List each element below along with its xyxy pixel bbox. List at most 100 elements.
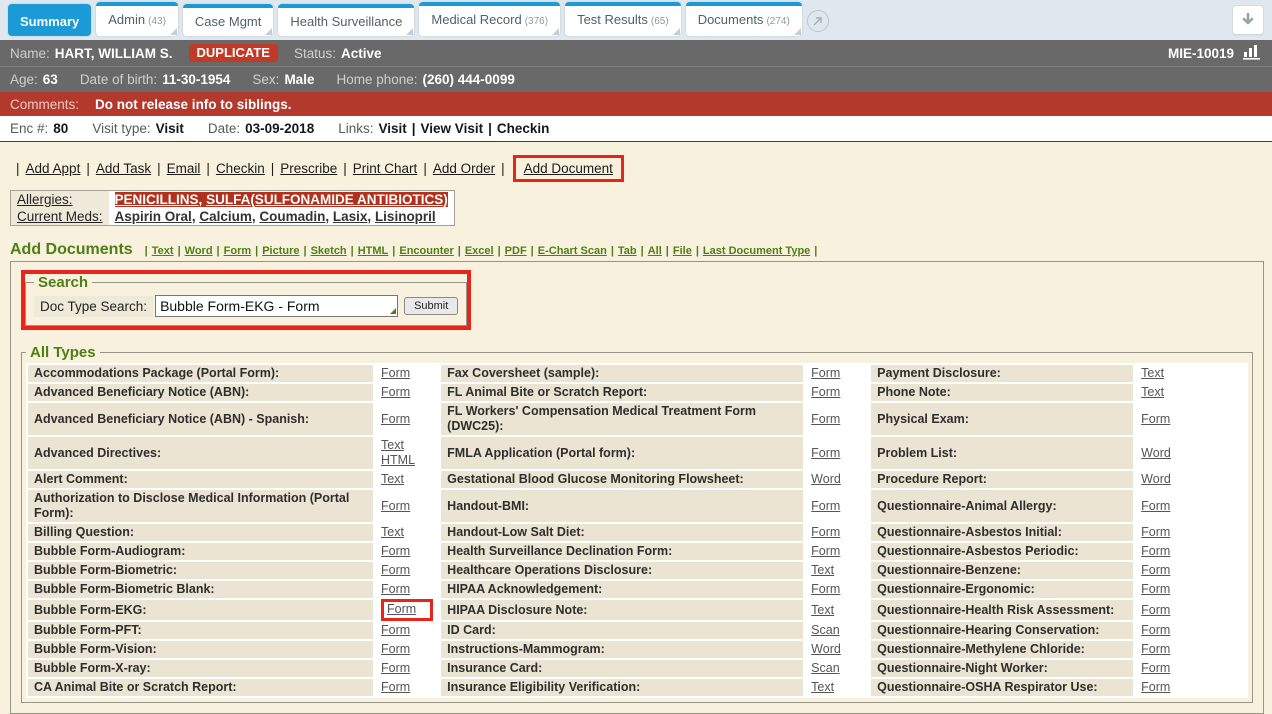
action-link-print-chart[interactable]: Print Chart — [353, 161, 418, 176]
search-input-wrap — [155, 295, 398, 317]
doc-create-link-fmla-application-portal-form-form[interactable]: Form — [811, 446, 840, 461]
allergy-link[interactable]: PENICILLINS, — [115, 192, 203, 207]
doc-create-link-accommodations-package-portal-form-form[interactable]: Form — [381, 366, 410, 381]
tab-case-mgmt[interactable]: Case Mgmt — [183, 4, 273, 36]
doc-type-filter-text[interactable]: Text — [152, 245, 174, 257]
med-link[interactable]: Lasix — [333, 209, 368, 224]
doc-create-link-phone-note-text[interactable]: Text — [1141, 385, 1164, 400]
doc-create-link-healthcare-operations-disclosure-text[interactable]: Text — [811, 563, 834, 578]
action-link-add-order[interactable]: Add Order — [433, 161, 495, 176]
action-link-checkin[interactable]: Checkin — [216, 161, 265, 176]
tab-label: Case Mgmt — [195, 14, 261, 29]
encounter-link-checkin[interactable]: Checkin — [497, 121, 550, 136]
tab-count: (274) — [766, 16, 789, 27]
doc-create-link-bubble-form-ekg-form[interactable]: Form — [387, 602, 416, 617]
doc-create-link-questionnaire-asbestos-periodic-form[interactable]: Form — [1141, 544, 1170, 559]
action-link-prescribe[interactable]: Prescribe — [280, 161, 337, 176]
doc-type-filter-excel[interactable]: Excel — [465, 245, 494, 257]
doc-create-link-health-surveillance-declination-form-form[interactable]: Form — [811, 544, 840, 559]
doc-create-link-fl-workers-compensation-medical-treatment-form-dwc25-form[interactable]: Form — [811, 412, 840, 427]
allergy-link[interactable]: SULFA(SULFONAMIDE ANTIBIOTICS) — [206, 192, 448, 207]
doc-create-link-handout-bmi-form[interactable]: Form — [811, 499, 840, 514]
tab-medical-record[interactable]: Medical Record(376) — [419, 2, 560, 36]
doc-create-link-physical-exam-form[interactable]: Form — [1141, 412, 1170, 427]
doc-type-filter-form[interactable]: Form — [224, 245, 252, 257]
separator: | — [145, 245, 148, 257]
doc-create-link-insurance-card-scan[interactable]: Scan — [811, 661, 840, 676]
doc-type-search-input[interactable] — [155, 295, 398, 317]
doc-create-link-bubble-form-x-ray-form[interactable]: Form — [381, 661, 410, 676]
doc-create-link-questionnaire-health-risk-assessment-form[interactable]: Form — [1141, 603, 1170, 618]
doc-type-filter-html[interactable]: HTML — [358, 245, 389, 257]
allergies-link[interactable]: Allergies: — [17, 192, 73, 207]
doc-type-filter-tab[interactable]: Tab — [618, 245, 637, 257]
doc-create-link-questionnaire-methylene-chloride-form[interactable]: Form — [1141, 642, 1170, 657]
doc-type-filter-sketch[interactable]: Sketch — [311, 245, 347, 257]
doc-create-link-advanced-directives-html[interactable]: HTML — [381, 453, 415, 468]
action-link-add-appt[interactable]: Add Appt — [26, 161, 81, 176]
doc-create-link-handout-low-salt-diet-form[interactable]: Form — [811, 525, 840, 540]
action-link-add-document[interactable]: Add Document — [524, 161, 613, 176]
doc-create-link-questionnaire-animal-allergy-form[interactable]: Form — [1141, 499, 1170, 514]
doc-type-filter-last-document-type[interactable]: Last Document Type — [703, 245, 810, 257]
doc-create-link-alert-comment-text[interactable]: Text — [381, 472, 404, 487]
encounter-link-visit[interactable]: Visit — [378, 121, 406, 136]
doc-type-link-cell: Form — [1135, 403, 1246, 435]
doc-create-link-gestational-blood-glucose-monitoring-flowsheet-word[interactable]: Word — [811, 472, 841, 487]
doc-type-filter-word[interactable]: Word — [185, 245, 213, 257]
doc-create-link-billing-question-text[interactable]: Text — [381, 525, 404, 540]
doc-create-link-advanced-beneficiary-notice-abn-spanish-form[interactable]: Form — [381, 412, 410, 427]
doc-type-filter-file[interactable]: File — [673, 245, 692, 257]
tab-health-surveillance[interactable]: Health Surveillance — [278, 4, 414, 36]
bar-chart-icon[interactable] — [1242, 44, 1262, 63]
tab-admin[interactable]: Admin(43) — [96, 2, 178, 36]
doc-create-link-bubble-form-biometric-form[interactable]: Form — [381, 563, 410, 578]
table-row: Bubble Form-EKG:FormHIPAA Disclosure Not… — [28, 600, 1246, 620]
doc-create-link-questionnaire-night-worker-form[interactable]: Form — [1141, 661, 1170, 676]
doc-type-filter-e-chart-scan[interactable]: E-Chart Scan — [538, 245, 607, 257]
tab-summary[interactable]: Summary — [8, 4, 91, 36]
tab-documents[interactable]: Documents(274) — [686, 2, 802, 36]
doc-create-link-hipaa-disclosure-note-text[interactable]: Text — [811, 603, 834, 618]
download-button[interactable] — [1232, 5, 1264, 35]
action-link-email[interactable]: Email — [167, 161, 201, 176]
doc-create-link-insurance-eligibility-verification-text[interactable]: Text — [811, 680, 834, 695]
tab-test-results[interactable]: Test Results(65) — [565, 2, 681, 36]
submit-button[interactable]: Submit — [404, 297, 458, 315]
doc-create-link-bubble-form-biometric-blank-form[interactable]: Form — [381, 582, 410, 597]
doc-type-filter-encounter[interactable]: Encounter — [399, 245, 453, 257]
doc-create-link-questionnaire-asbestos-initial-form[interactable]: Form — [1141, 525, 1170, 540]
doc-create-link-problem-list-word[interactable]: Word — [1141, 446, 1171, 461]
doc-create-link-questionnaire-osha-respirator-use-form[interactable]: Form — [1141, 680, 1170, 695]
doc-create-link-advanced-beneficiary-notice-abn-form[interactable]: Form — [381, 385, 410, 400]
doc-create-link-ca-animal-bite-or-scratch-report-form[interactable]: Form — [381, 680, 410, 695]
action-link-add-task[interactable]: Add Task — [96, 161, 151, 176]
doc-create-link-questionnaire-ergonomic-form[interactable]: Form — [1141, 582, 1170, 597]
med-link[interactable]: Aspirin Oral — [115, 209, 192, 224]
doc-create-link-bubble-form-vision-form[interactable]: Form — [381, 642, 410, 657]
doc-create-link-hipaa-acknowledgement-form[interactable]: Form — [811, 582, 840, 597]
doc-create-link-bubble-form-pft-form[interactable]: Form — [381, 623, 410, 638]
doc-create-link-fl-animal-bite-or-scratch-report-form[interactable]: Form — [811, 385, 840, 400]
doc-create-link-fax-coversheet-sample-form[interactable]: Form — [811, 366, 840, 381]
doc-type-filter-all[interactable]: All — [648, 245, 662, 257]
med-link[interactable]: Coumadin — [259, 209, 325, 224]
doc-create-link-payment-disclosure-text[interactable]: Text — [1141, 366, 1164, 381]
doc-create-link-questionnaire-hearing-conservation-form[interactable]: Form — [1141, 623, 1170, 638]
doc-create-link-questionnaire-benzene-form[interactable]: Form — [1141, 563, 1170, 578]
doc-create-link-instructions-mammogram-word[interactable]: Word — [811, 642, 841, 657]
quick-view-icon[interactable] — [807, 10, 829, 32]
med-link[interactable]: Lisinopril — [375, 209, 436, 224]
current-meds-link[interactable]: Current Meds: — [17, 209, 103, 224]
doc-create-link-procedure-report-word[interactable]: Word — [1141, 472, 1171, 487]
doc-type-filter-pdf[interactable]: PDF — [505, 245, 527, 257]
doc-type-filter-picture[interactable]: Picture — [262, 245, 299, 257]
annotation-box: Form — [381, 599, 433, 621]
doc-create-link-authorization-to-disclose-medical-information-portal-form-form[interactable]: Form — [381, 499, 410, 514]
doc-create-link-advanced-directives-text[interactable]: Text — [381, 438, 404, 453]
doc-create-link-bubble-form-audiogram-form[interactable]: Form — [381, 544, 410, 559]
med-link[interactable]: Calcium — [199, 209, 252, 224]
doc-create-link-id-card-scan[interactable]: Scan — [811, 623, 840, 638]
encounter-link-view-visit[interactable]: View Visit — [421, 121, 484, 136]
duplicate-badge[interactable]: DUPLICATE — [189, 44, 278, 62]
